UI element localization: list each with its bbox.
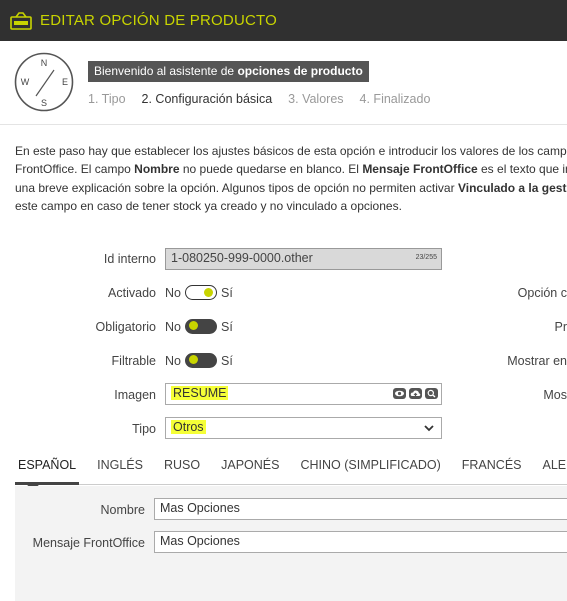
obligatorio-no: No — [165, 319, 181, 334]
window-title: EDITAR OPCIÓN DE PRODUCTO — [40, 12, 277, 29]
language-tabs: ESPAÑOL INGLÉS RUSO JAPONÉS CHINO (SIMPL… — [15, 457, 567, 485]
tab-chino[interactable]: CHINO (SIMPLIFICADO) — [297, 457, 443, 484]
id-label: Id interno — [103, 252, 156, 266]
activado-no: No — [165, 285, 181, 300]
toggle-knob — [203, 287, 213, 297]
step-configuracion-basica[interactable]: 2. Configuración básica — [142, 92, 273, 106]
filtrable-label: Filtrable — [111, 354, 156, 368]
right-label-mostrar-en: Mostrar en — [507, 354, 567, 368]
nombre-input[interactable]: Mas Opciones — [154, 498, 567, 520]
mensaje-label: Mensaje FrontOffice — [32, 536, 145, 550]
id-value: 1-080250-999-0000.other — [171, 251, 313, 265]
compass-w: W — [21, 77, 30, 87]
filtrable-toggle-group: No Sí — [165, 353, 233, 368]
toggle-knob — [188, 355, 198, 364]
mensaje-value: Mas Opciones — [160, 534, 240, 548]
tab-ingles[interactable]: INGLÉS — [94, 457, 146, 484]
imagen-field[interactable]: RESUME — [165, 383, 442, 405]
tipo-label: Tipo — [132, 422, 156, 436]
tab-espanol[interactable]: ESPAÑOL — [15, 457, 80, 485]
upload-icon[interactable] — [409, 388, 422, 399]
nombre-label: Nombre — [100, 503, 145, 517]
id-counter: 23/255 — [415, 254, 437, 261]
compass-icon: N E S W — [14, 52, 74, 112]
tipo-select[interactable]: Otros — [165, 417, 442, 439]
id-field: 1-080250-999-0000.other 23/255 — [165, 248, 442, 270]
compass-n: N — [41, 58, 48, 68]
right-label-opcion: Opción c — [517, 286, 567, 300]
step-tipo[interactable]: 1. Tipo — [88, 92, 126, 106]
wizard-steps: 1. Tipo 2. Configuración básica 3. Valor… — [88, 92, 430, 106]
activado-toggle[interactable] — [184, 285, 217, 300]
filtrable-no: No — [165, 353, 181, 368]
tipo-value: Otros — [171, 420, 206, 434]
chevron-down-icon — [424, 425, 434, 432]
filtrable-toggle[interactable] — [184, 353, 217, 368]
obligatorio-toggle[interactable] — [184, 319, 217, 334]
nombre-value: Mas Opciones — [160, 501, 240, 515]
tab-frances[interactable]: FRANCÉS — [459, 457, 525, 484]
obligatorio-label: Obligatorio — [95, 320, 156, 334]
imagen-actions — [393, 388, 438, 399]
activado-toggle-group: No Sí — [165, 285, 233, 300]
obligatorio-toggle-group: No Sí — [165, 319, 233, 334]
imagen-label: Imagen — [114, 388, 156, 402]
welcome-prefix: Bienvenido al asistente de — [94, 64, 238, 78]
wizard-header — [0, 41, 567, 125]
toggle-knob — [188, 321, 198, 330]
product-option-icon — [10, 11, 32, 30]
intro-text: En este paso hay que establecer los ajus… — [15, 142, 567, 215]
compass-s: S — [41, 98, 47, 108]
tab-japones[interactable]: JAPONÉS — [218, 457, 282, 484]
right-label-mos: Mos — [543, 388, 567, 402]
mensaje-input[interactable]: Mas Opciones — [154, 531, 567, 553]
activado-si: Sí — [220, 285, 233, 300]
activado-label: Activado — [108, 286, 156, 300]
search-icon[interactable] — [425, 388, 438, 399]
welcome-bold: opciones de producto — [237, 64, 363, 78]
filtrable-si: Sí — [220, 353, 233, 368]
view-icon[interactable] — [393, 388, 406, 399]
tab-ruso[interactable]: RUSO — [161, 457, 203, 484]
tab-aleman[interactable]: ALEMÁN — [540, 457, 567, 484]
right-label-pr: Pr — [554, 320, 567, 334]
intro-line-1: En este paso hay que establecer los ajus… — [15, 144, 567, 158]
welcome-banner: Bienvenido al asistente de opciones de p… — [88, 61, 369, 82]
step-finalizado[interactable]: 4. Finalizado — [360, 92, 431, 106]
intro-line-2: FrontOffice. El campo Nombre no puede qu… — [15, 162, 567, 177]
obligatorio-si: Sí — [220, 319, 233, 334]
title-bar: EDITAR OPCIÓN DE PRODUCTO — [0, 0, 567, 41]
step-valores[interactable]: 3. Valores — [288, 92, 343, 106]
compass-e: E — [62, 77, 68, 87]
imagen-value: RESUME — [171, 386, 229, 400]
intro-line-4: este campo en caso de tener stock ya cre… — [15, 198, 402, 213]
intro-line-3: una breve explicación sobre la opción. A… — [15, 180, 567, 195]
